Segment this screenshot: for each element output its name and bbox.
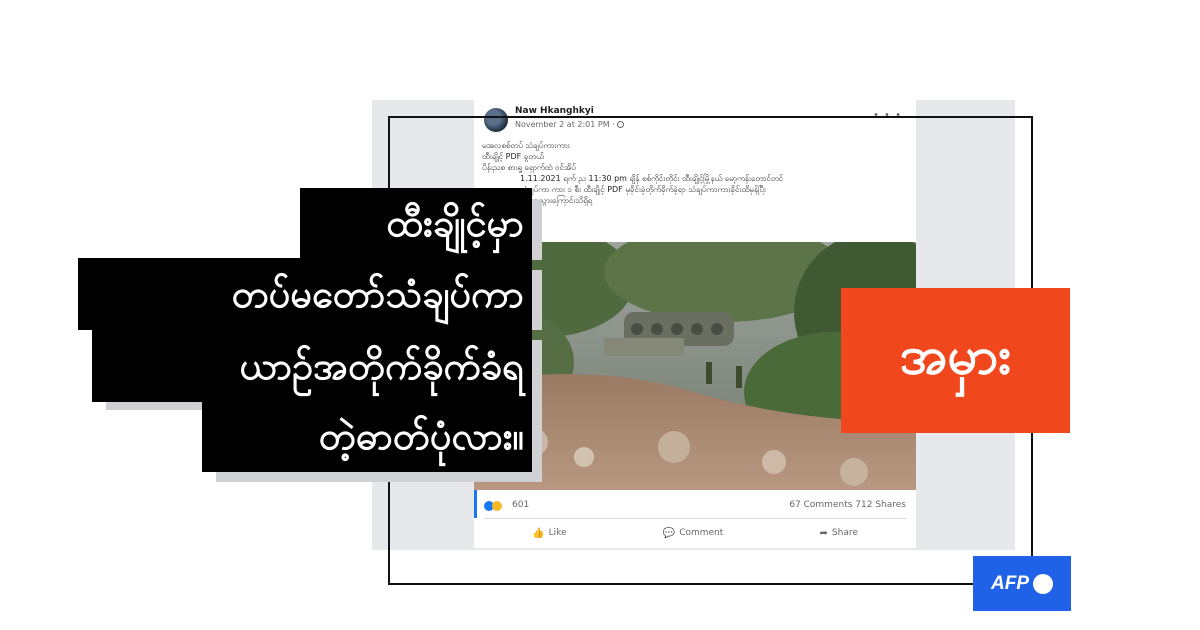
poster-name[interactable]: Naw Hkanghkyi <box>515 106 594 116</box>
verdict-badge: အမှား <box>841 288 1070 433</box>
afp-logo: AFP <box>973 556 1071 611</box>
afp-logo-dot <box>1033 573 1053 594</box>
verdict-label: အမှား <box>899 325 1012 386</box>
headline-line: ယာဉ်အတိုက်ခိုက်ခံရ <box>239 344 524 388</box>
headline-line: တပ်မတော်သံချပ်ကာ <box>231 272 524 316</box>
afp-logo-text: AFP <box>991 572 1029 594</box>
headline-line: ထီးချိုင့်မှာ <box>386 201 524 245</box>
headline-line: တဲ့ဓာတ်ပုံလား။ <box>318 414 524 458</box>
